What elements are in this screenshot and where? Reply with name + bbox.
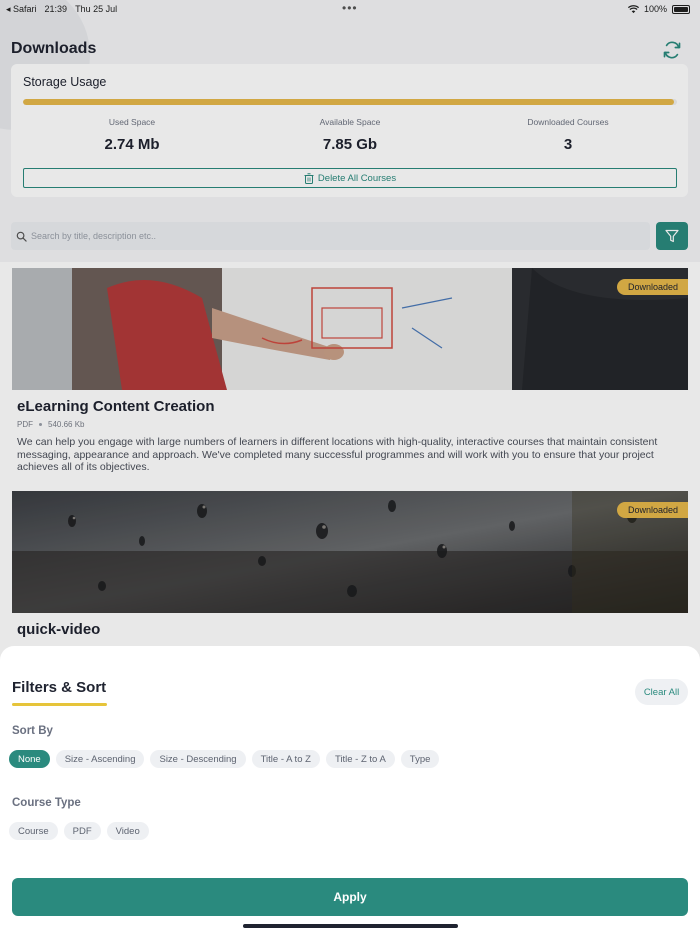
sort-chip-title-a-to-z[interactable]: Title - A to Z bbox=[251, 750, 320, 768]
title-underline bbox=[12, 703, 107, 706]
type-chip-video[interactable]: Video bbox=[106, 822, 149, 840]
type-chip-course[interactable]: Course bbox=[9, 822, 58, 840]
sort-by-label: Sort By bbox=[12, 725, 53, 737]
course-type-label: Course Type bbox=[12, 797, 81, 809]
filters-sort-sheet: Filters & Sort Clear All Sort By None Si… bbox=[0, 646, 700, 934]
apply-button[interactable]: Apply bbox=[12, 878, 688, 916]
sort-chip-size-ascending[interactable]: Size - Ascending bbox=[55, 750, 145, 768]
type-chip-pdf[interactable]: PDF bbox=[63, 822, 101, 840]
sort-options: None Size - Ascending Size - Descending … bbox=[9, 750, 440, 768]
sheet-title: Filters & Sort bbox=[12, 679, 107, 696]
sort-chip-size-descending[interactable]: Size - Descending bbox=[150, 750, 246, 768]
sort-chip-none[interactable]: None bbox=[9, 750, 50, 768]
clear-all-button[interactable]: Clear All bbox=[635, 679, 688, 705]
course-type-options: Course PDF Video bbox=[9, 822, 149, 840]
sort-chip-title-z-to-a[interactable]: Title - Z to A bbox=[325, 750, 395, 768]
sort-chip-type[interactable]: Type bbox=[400, 750, 440, 768]
home-indicator[interactable] bbox=[243, 924, 458, 928]
